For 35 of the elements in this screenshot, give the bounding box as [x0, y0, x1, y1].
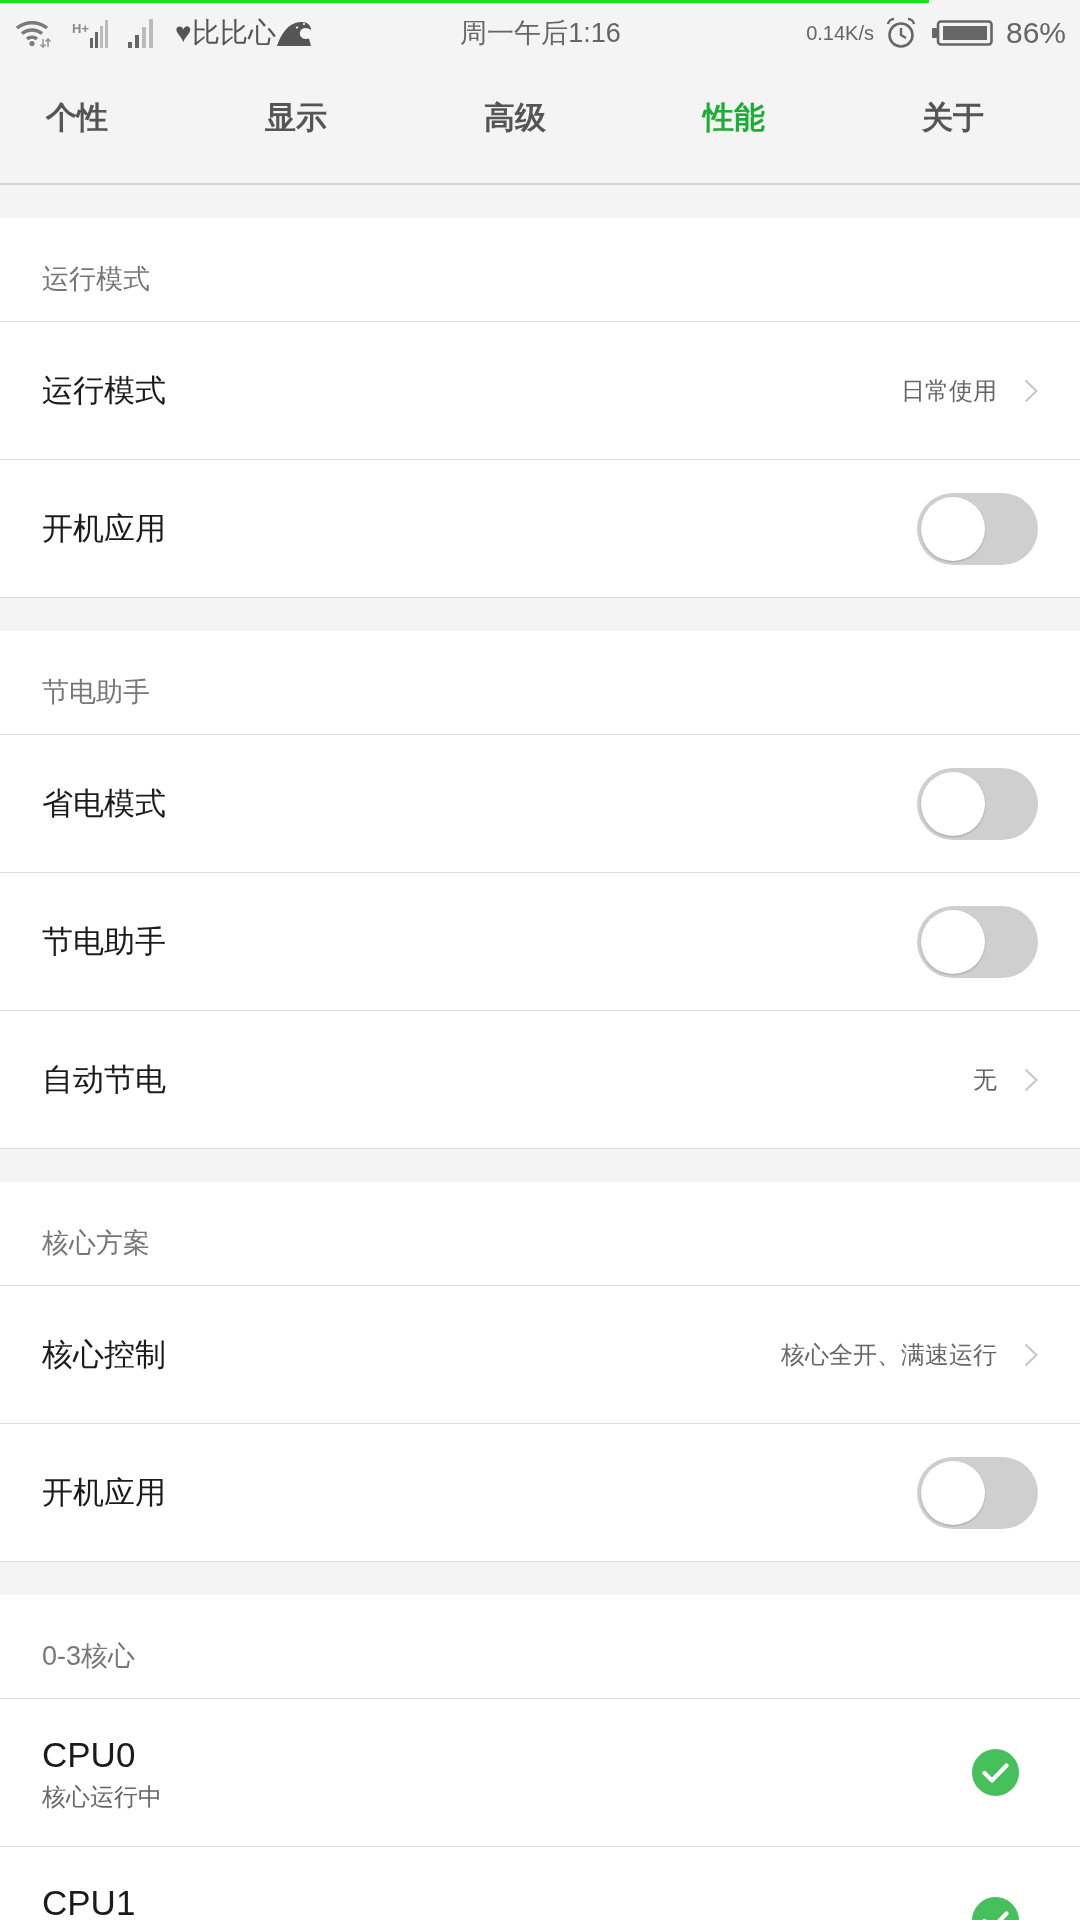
setting-value[interactable]: 核心全开、满速运行	[781, 1338, 997, 1371]
section-title: 核心方案	[42, 1227, 150, 1260]
check-circle-icon[interactable]	[972, 1749, 1019, 1796]
setting-label: 核心控制	[42, 1335, 166, 1374]
tab[interactable]: 个性	[46, 94, 108, 142]
network-speed: 0.14K/s	[806, 21, 874, 46]
signal-bars-icon	[128, 18, 153, 48]
section-title: 节电助手	[42, 676, 150, 709]
battery-icon	[931, 20, 993, 46]
carrier-name: ♥比比心	[175, 16, 276, 50]
chevron-right-icon[interactable]	[1024, 1342, 1038, 1367]
status-time: 周一午后1:16	[460, 17, 621, 50]
wave-icon	[275, 19, 312, 47]
section-title: 运行模式	[42, 263, 150, 296]
chevron-right-icon[interactable]	[1024, 1067, 1038, 1092]
chevron-right-icon[interactable]	[1024, 378, 1038, 403]
cpu-status: 核心运行中	[42, 1782, 162, 1812]
tab[interactable]: 高级	[484, 94, 546, 142]
network-type-label: H+	[72, 22, 89, 35]
setting-label: 开机应用	[42, 509, 166, 548]
cpu-name: CPU1	[42, 1885, 136, 1920]
battery-percent: 86%	[1005, 16, 1066, 50]
setting-value[interactable]: 无	[973, 1063, 997, 1096]
tab[interactable]: 显示	[265, 94, 327, 142]
cpu-name: CPU0	[42, 1737, 137, 1772]
section-title: 0-3核心	[42, 1640, 136, 1673]
signal-bars-icon	[90, 18, 108, 48]
setting-value[interactable]: 日常使用	[901, 374, 997, 407]
setting-label: 节电助手	[42, 922, 166, 961]
setting-label: 省电模式	[42, 784, 166, 823]
tab[interactable]: 关于	[922, 94, 984, 142]
alarm-clock-icon	[885, 17, 916, 49]
setting-label: 开机应用	[42, 1473, 166, 1512]
setting-label: 自动节电	[42, 1060, 166, 1099]
setting-label: 运行模式	[42, 371, 166, 410]
